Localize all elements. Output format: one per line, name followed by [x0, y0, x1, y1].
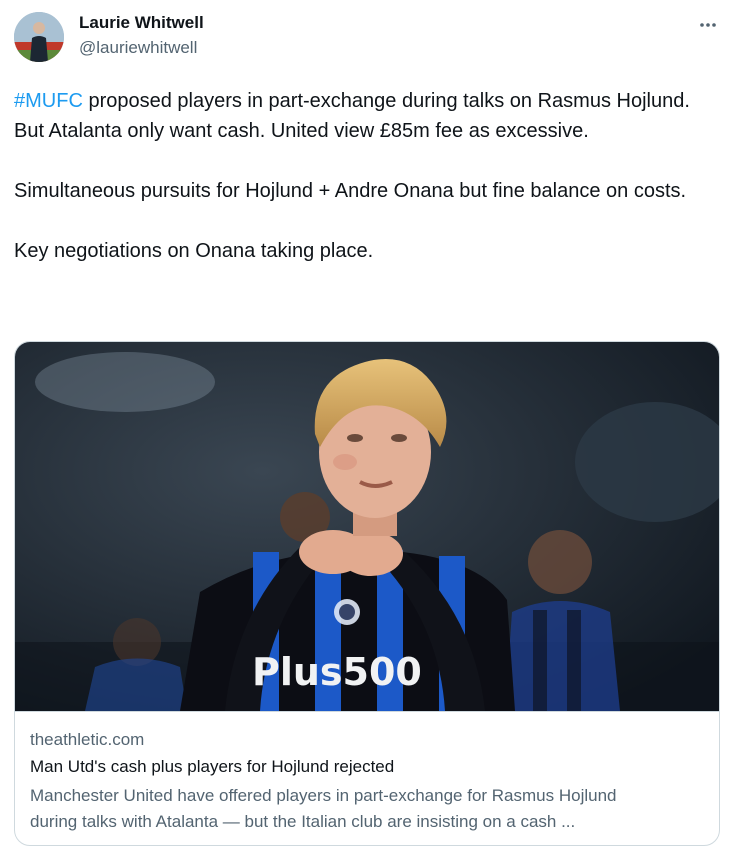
hashtag-link[interactable]: #MUFC: [14, 90, 83, 112]
tweet-paragraph-3: Key negotiations on Onana taking place.: [14, 240, 374, 262]
author-name[interactable]: Laurie Whitwell: [79, 12, 204, 34]
card-image[interactable]: Plus500: [15, 342, 720, 711]
tweet-text: #MUFC proposed players in part-exchange …: [14, 86, 714, 266]
author-handle[interactable]: @lauriewhitwell: [79, 37, 197, 59]
link-card[interactable]: Plus500 theathletic.com Man Utd's cash p…: [14, 341, 720, 846]
more-horizontal-icon: [700, 23, 716, 27]
shirt-sponsor-text: Plus500: [252, 650, 422, 694]
card-domain: theathletic.com: [30, 730, 145, 749]
tweet-paragraph-1: #MUFC proposed players in part-exchange …: [14, 86, 714, 146]
card-info[interactable]: theathletic.com Man Utd's cash plus play…: [15, 711, 719, 845]
card-description: Manchester United have offered players i…: [30, 783, 710, 835]
card-description-line-1: Manchester United have offered players i…: [30, 786, 617, 805]
tweet-paragraph-2: Simultaneous pursuits for Hojlund + Andr…: [14, 180, 687, 202]
more-options-button[interactable]: [695, 12, 721, 38]
tweet: Laurie Whitwell @lauriewhitwell #MUFC pr…: [0, 0, 733, 862]
card-description-line-2: during talks with Atalanta — but the Ita…: [30, 812, 576, 831]
tweet-paragraph-1-text: proposed players in part-exchange during…: [14, 90, 690, 142]
card-title: Man Utd's cash plus players for Hojlund …: [30, 757, 395, 776]
author-avatar[interactable]: [14, 12, 64, 62]
